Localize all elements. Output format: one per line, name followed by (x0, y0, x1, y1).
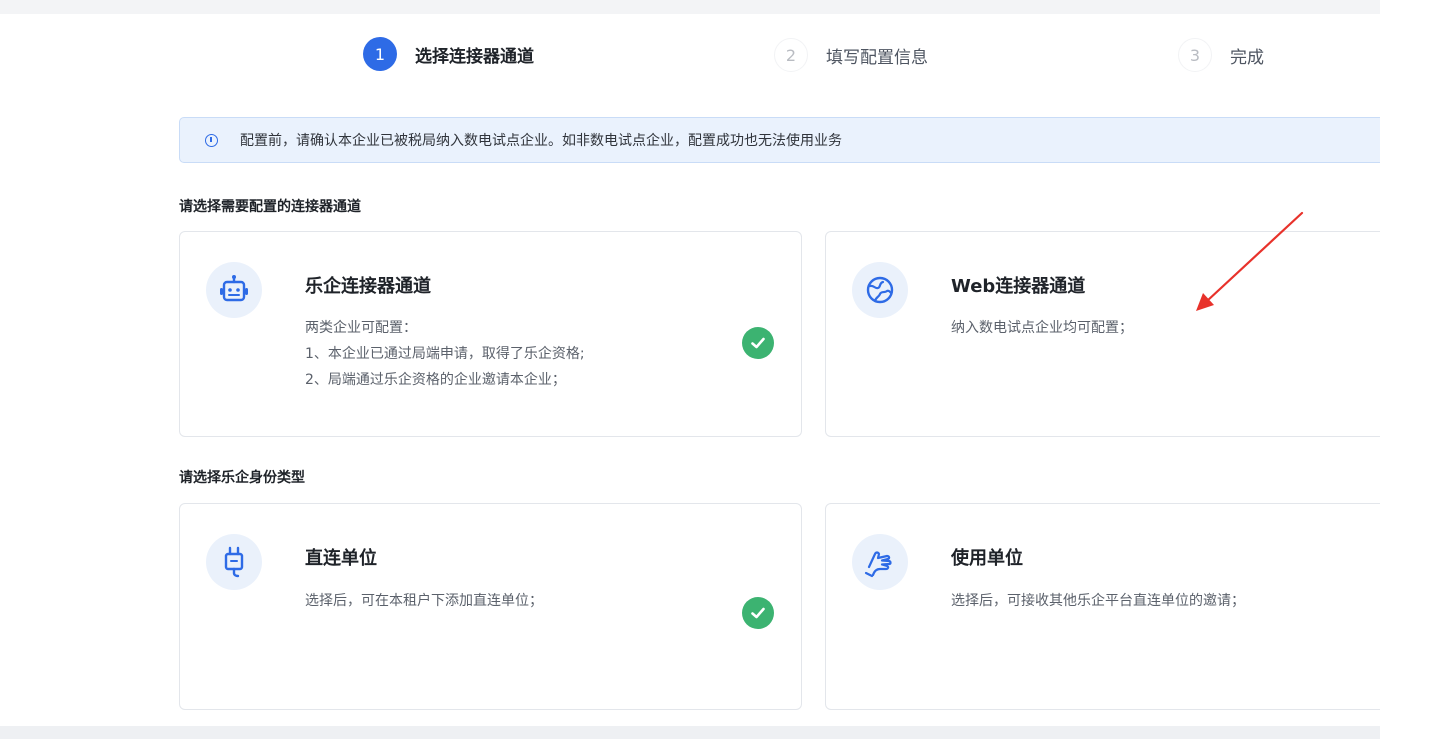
page: 1 选择连接器通道 2 填写配置信息 3 完成 配置前，请确认本企业已被税局纳入… (0, 0, 1446, 739)
annotation-arrow-icon (1196, 211, 1304, 311)
